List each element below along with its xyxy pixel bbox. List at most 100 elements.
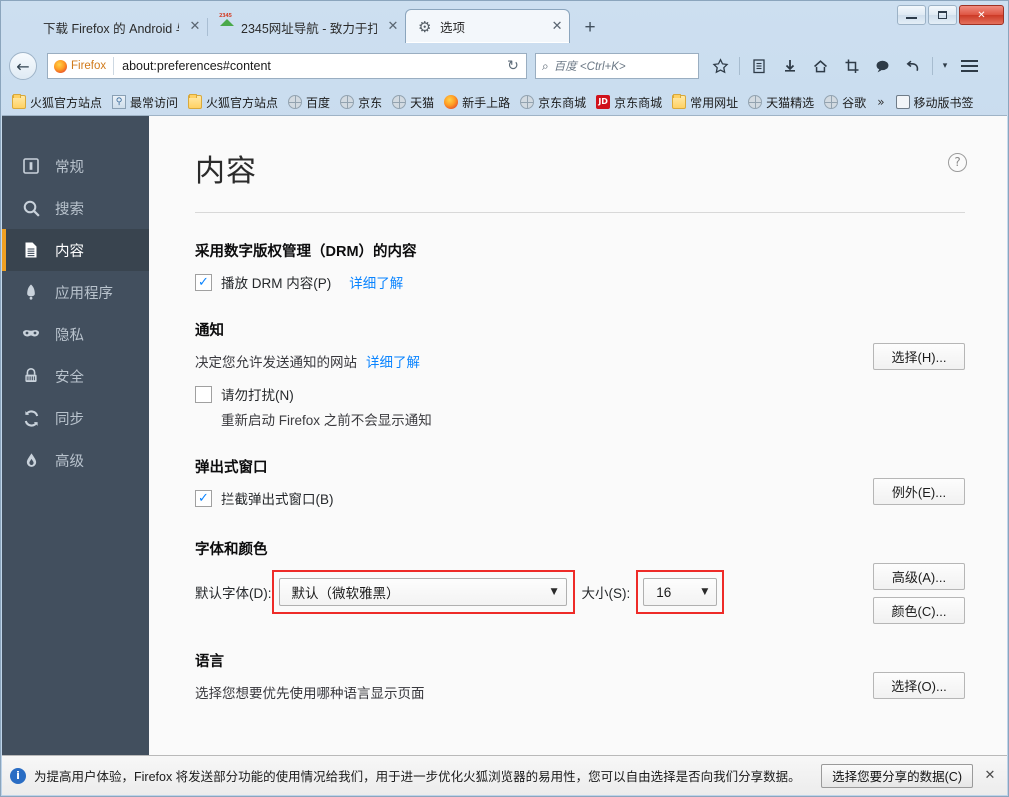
page-title: 内容 [195,146,965,190]
drm-learn-more-link[interactable]: 详细了解 [349,272,403,292]
tab-2345[interactable]: 2345网址导航 - 致力于打造 ✕ [207,11,405,43]
drm-checkbox[interactable]: ✓ [195,274,212,291]
bookmark-item[interactable]: 火狐官方站点 [183,92,283,113]
identity-box[interactable]: Firefox [48,57,114,75]
default-font-highlight: 默认（微软雅黑） ▼ [272,570,575,614]
bookmark-item[interactable]: 谷歌 [819,92,871,113]
choose-shared-data-button[interactable]: 选择您要分享的数据(C) [821,764,973,788]
bookmark-item[interactable]: 京东商城 [515,92,591,113]
bookmark-star-icon[interactable] [705,52,736,80]
sidebar-item-general[interactable]: 常规 [2,145,149,187]
jd-icon: JD [596,95,610,109]
search-icon: ⚲ [112,95,126,109]
bookmark-item-mobile[interactable]: 移动版书签 [891,92,979,113]
sidebar-item-label: 高级 [55,450,84,471]
bookmark-label: 移动版书签 [914,94,974,111]
popups-exceptions-button[interactable]: 例外(E)... [873,478,965,505]
security-lock-icon [20,365,42,387]
bookmark-label: 京东商城 [538,94,586,111]
tab-options[interactable]: ⚙ 选项 ✕ [405,9,570,43]
sidebar-item-applications[interactable]: 应用程序 [2,271,149,313]
url-text: about:preferences#content [114,59,500,73]
folder-icon [672,95,686,109]
search-bar[interactable]: ⌕ 百度 <Ctrl+K> [535,53,699,79]
bookmark-item[interactable]: ⚲最常访问 [107,92,183,113]
minimize-button[interactable] [897,5,926,25]
tab-list: 下载 Firefox 的 Android 与 ✕ 2345网址导航 - 致力于打… [9,9,604,43]
notifications-learn-more-link[interactable]: 详细了解 [366,351,420,371]
sidebar-item-label: 安全 [55,366,84,387]
sync-icon [20,407,42,429]
gear-icon: ⚙ [418,19,434,35]
toolbar-separator [932,57,933,75]
firefox-icon [444,95,458,109]
help-icon[interactable]: ? [948,153,967,172]
fonts-advanced-button[interactable]: 高级(A)... [873,563,965,590]
bookmark-label: 天猫 [410,94,434,111]
fonts-colors-button[interactable]: 颜色(C)... [873,597,965,624]
languages-group: 语言 选择您想要优先使用哪种语言显示页面 选择(O)... [195,650,965,702]
chevron-down-icon: ▼ [551,587,558,597]
bookmark-label: 火狐官方站点 [206,94,278,111]
drm-checkbox-label: 播放 DRM 内容(P) [221,272,331,292]
reading-list-icon[interactable] [743,52,774,80]
languages-heading: 语言 [195,650,965,671]
bookmark-item[interactable]: 天猫 [387,92,439,113]
font-size-label: 大小(S): [582,582,631,602]
new-tab-button[interactable]: + [576,13,604,43]
close-icon[interactable]: ✕ [187,19,203,35]
firefox-icon [21,19,37,35]
bookmarks-overflow-icon[interactable]: » [871,95,890,109]
home-icon[interactable] [805,52,836,80]
sidebar-item-label: 应用程序 [55,282,113,303]
close-icon[interactable]: ✕ [981,768,999,783]
sidebar-item-content[interactable]: 内容 [2,229,149,271]
maximize-button[interactable] [928,5,957,25]
font-size-dropdown[interactable]: 16 ▼ [643,578,717,606]
bookmark-label: 常用网址 [690,94,738,111]
default-font-dropdown[interactable]: 默认（微软雅黑） ▼ [279,578,567,606]
popups-group: 弹出式窗口 ✓ 拦截弹出式窗口(B) 例外(E)... [195,456,965,508]
popups-checkbox[interactable]: ✓ [195,490,212,507]
bookmark-label: 百度 [306,94,330,111]
sidebar-item-privacy[interactable]: 隐私 [2,313,149,355]
bookmark-item[interactable]: 新手上路 [439,92,515,113]
bookmark-label: 新手上路 [462,94,510,111]
back-arrow-icon[interactable]: ← [9,52,37,80]
tab-firefox-android[interactable]: 下载 Firefox 的 Android 与 ✕ [9,11,207,43]
bookmark-item[interactable]: 百度 [283,92,335,113]
chat-icon[interactable] [867,52,898,80]
notifications-group: 通知 决定您允许发送通知的网站 详细了解 选择(H)... 请勿打扰(N) 重新… [195,319,965,429]
sidebar-item-security[interactable]: 安全 [2,355,149,397]
undo-icon[interactable] [898,52,929,80]
bookmark-item[interactable]: 火狐官方站点 [7,92,107,113]
chevron-down-icon[interactable]: ▾ [936,52,954,80]
firefox-icon [54,60,67,73]
font-size-value: 16 [656,585,671,600]
close-icon[interactable]: ✕ [549,19,565,35]
folder-icon [12,95,26,109]
default-font-value: 默认（微软雅黑） [292,582,400,602]
bookmarks-toolbar: 火狐官方站点 ⚲最常访问 火狐官方站点 百度 京东 天猫 新手上路 京东商城 J… [1,89,1008,115]
close-window-button[interactable]: ✕ [959,5,1004,25]
bookmark-item[interactable]: 京东 [335,92,387,113]
reload-icon[interactable]: ↻ [500,58,526,74]
screenshot-icon[interactable] [836,52,867,80]
address-bar[interactable]: Firefox about:preferences#content ↻ [47,53,527,79]
menu-hamburger-icon[interactable] [954,52,985,80]
sidebar-item-sync[interactable]: 同步 [2,397,149,439]
bookmark-item[interactable]: 常用网址 [667,92,743,113]
downloads-icon[interactable] [774,52,805,80]
notifications-choose-button[interactable]: 选择(H)... [873,343,965,370]
sidebar-item-advanced[interactable]: 高级 [2,439,149,481]
drm-row: ✓ 播放 DRM 内容(P) 详细了解 [195,272,965,292]
close-icon[interactable]: ✕ [385,19,401,35]
bookmark-item[interactable]: JD京东商城 [591,92,667,113]
dnd-checkbox[interactable] [195,386,212,403]
languages-choose-button[interactable]: 选择(O)... [873,672,965,699]
default-font-label: 默认字体(D): [195,582,272,602]
globe-icon [824,95,838,109]
bookmark-item[interactable]: 天猫精选 [743,92,819,113]
phone-icon [896,95,910,109]
sidebar-item-search[interactable]: 搜索 [2,187,149,229]
